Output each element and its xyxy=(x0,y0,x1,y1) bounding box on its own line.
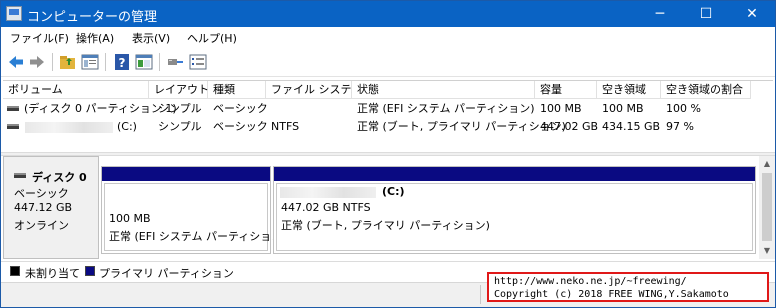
row-status: 正常 (EFI システム パーティション) xyxy=(357,102,535,115)
menu-action[interactable]: 操作(A) xyxy=(76,30,114,46)
menu-view[interactable]: 表示(V) xyxy=(132,30,170,46)
computer-management-app-icon[interactable] xyxy=(6,6,22,21)
column-header-volume[interactable]: ボリューム xyxy=(3,81,149,99)
disk-state: オンライン xyxy=(14,219,69,232)
row-free-space: 434.15 GB xyxy=(602,120,661,133)
disk-graphical-view: ディスク 0 ベーシック 447.12 GB オンライン 100 MB 正常 (… xyxy=(3,156,759,259)
copyright-watermark: http://www.neko.ne.jp/~freewing/ Copyrig… xyxy=(487,272,769,302)
toolbar-separator xyxy=(159,53,160,71)
status-cell xyxy=(1,285,481,304)
up-folder-icon[interactable] xyxy=(59,53,77,71)
menu-help[interactable]: ヘルプ(H) xyxy=(187,30,237,46)
unallocated-swatch xyxy=(10,266,20,276)
row-layout: シンプル xyxy=(158,102,202,115)
row-type: ベーシック xyxy=(213,102,268,115)
column-header-layout[interactable]: レイアウト xyxy=(149,81,209,99)
menu-file[interactable]: ファイル(F) xyxy=(10,30,69,46)
settings-icon[interactable] xyxy=(189,53,207,71)
legend-primary-partition: プライマリ パーティション xyxy=(99,267,234,280)
minimize-button[interactable]: ─ xyxy=(637,1,683,27)
credit-copyright: Copyright (c) 2018 FREE WING,Y.Sakamoto xyxy=(494,289,729,300)
row-free-percent: 97 % xyxy=(666,120,694,133)
partition-size: 100 MB xyxy=(109,212,151,225)
window-title: コンピューターの管理 xyxy=(27,10,158,25)
column-header-status[interactable]: 状態 xyxy=(352,81,535,99)
column-header-capacity[interactable]: 容量 xyxy=(535,81,597,99)
blurred-partition-label xyxy=(280,187,376,198)
toolbar: ? xyxy=(1,47,775,77)
row-type: ベーシック xyxy=(213,120,268,133)
blurred-volume-label xyxy=(25,122,113,133)
column-header-type[interactable]: 種類 xyxy=(208,81,266,99)
row-filesystem: NTFS xyxy=(271,120,300,133)
partition-body: (C:) 447.02 GB NTFS 正常 (ブート, プライマリ パーティシ… xyxy=(276,183,753,251)
partition-size: 447.02 GB NTFS xyxy=(281,201,371,214)
legend-unallocated: 未割り当て xyxy=(25,267,80,280)
disk-volume-icon xyxy=(7,124,19,129)
column-header-free-percent[interactable]: 空き領域の割合 xyxy=(661,81,751,99)
disk-name: ディスク 0 xyxy=(32,171,87,184)
partition-status: 正常 (EFI システム パーティション) xyxy=(109,230,287,243)
svg-text:?: ? xyxy=(119,56,126,70)
partition-body: 100 MB 正常 (EFI システム パーティション) xyxy=(104,183,287,251)
partition-title: (C:) xyxy=(382,185,405,198)
partition-c[interactable]: (C:) 447.02 GB NTFS 正常 (ブート, プライマリ パーティシ… xyxy=(273,166,756,254)
disk-icon xyxy=(14,173,26,178)
console-tree-icon[interactable] xyxy=(135,53,153,71)
maximize-button[interactable]: ☐ xyxy=(683,1,729,27)
volume-list: ボリューム レイアウト 種類 ファイル システム 状態 容量 空き領域 空き領域… xyxy=(3,80,773,150)
scroll-down-arrow-icon[interactable]: ▼ xyxy=(759,243,775,259)
row-capacity: 100 MB xyxy=(540,102,582,115)
partition-bar xyxy=(102,167,270,181)
partition-efi[interactable]: 100 MB 正常 (EFI システム パーティション) xyxy=(101,166,287,254)
computer-management-window: コンピューターの管理 ─ ☐ ✕ ファイル(F) 操作(A) 表示(V) ヘルプ… xyxy=(0,0,776,308)
row-free-percent: 100 % xyxy=(666,102,701,115)
partition-status: 正常 (ブート, プライマリ パーティション) xyxy=(281,219,490,232)
disk-type: ベーシック xyxy=(14,187,69,200)
close-button[interactable]: ✕ xyxy=(729,1,775,27)
scroll-up-arrow-icon[interactable]: ▲ xyxy=(759,156,775,172)
credit-url: http://www.neko.ne.jp/~freewing/ xyxy=(494,276,687,287)
menu-bar: ファイル(F) 操作(A) 表示(V) ヘルプ(H) xyxy=(1,27,775,47)
scrollbar-thumb[interactable] xyxy=(762,173,772,241)
column-header-filesystem[interactable]: ファイル システム xyxy=(266,81,362,99)
back-arrow-icon[interactable] xyxy=(7,53,25,71)
row-status: 正常 (ブート, プライマリ パーティション) xyxy=(357,120,566,133)
properties-icon[interactable] xyxy=(81,53,99,71)
toolbar-separator xyxy=(52,53,53,71)
disk-0-label[interactable]: ディスク 0 ベーシック 447.12 GB オンライン xyxy=(3,156,99,259)
forward-arrow-icon[interactable] xyxy=(28,53,46,71)
row-volume: (C:) xyxy=(117,120,137,133)
help-icon[interactable]: ? xyxy=(113,53,131,71)
disk-size: 447.12 GB xyxy=(14,201,73,214)
primary-partition-swatch xyxy=(85,266,95,276)
row-free-space: 100 MB xyxy=(602,102,644,115)
partition-bar xyxy=(274,167,755,181)
title-bar[interactable]: コンピューターの管理 ─ ☐ ✕ xyxy=(1,1,775,27)
column-header-free-space[interactable]: 空き領域 xyxy=(597,81,661,99)
disk-volume-icon xyxy=(7,106,19,111)
row-layout: シンプル xyxy=(158,120,202,133)
connect-icon[interactable] xyxy=(167,53,185,71)
toolbar-separator xyxy=(105,53,106,71)
disk-view-scrollbar[interactable]: ▲ ▼ xyxy=(759,156,775,259)
row-capacity: 447.02 GB xyxy=(540,120,599,133)
